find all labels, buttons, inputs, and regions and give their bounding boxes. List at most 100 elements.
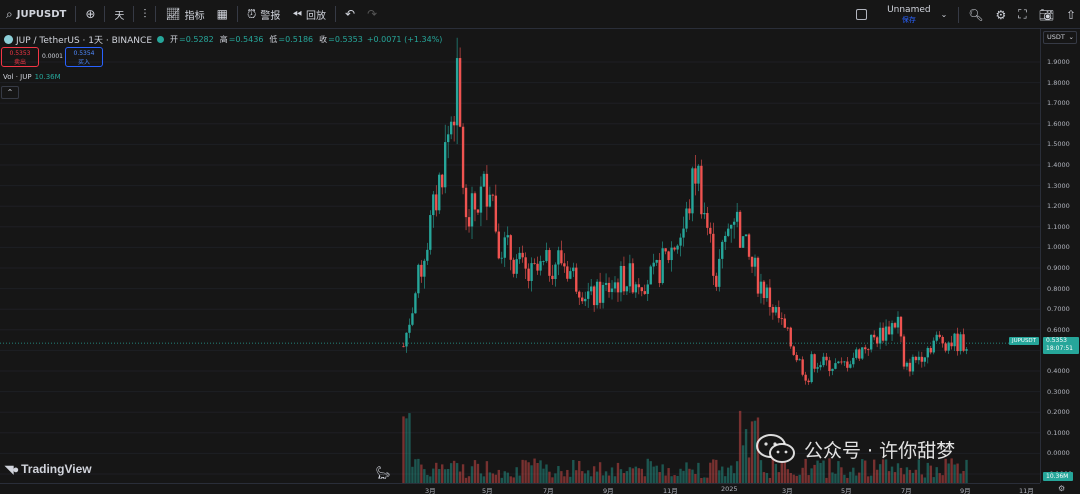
tradingview-logo[interactable]: ◥● TradingView <box>5 462 92 476</box>
candle-body <box>586 291 590 299</box>
candle-body <box>658 259 661 284</box>
volume-bar <box>956 463 959 483</box>
candle-body <box>595 281 599 306</box>
volume-bar <box>518 475 521 483</box>
gear-icon: ⚙ <box>995 7 1007 22</box>
chart-type-button[interactable]: ⫶ <box>137 0 152 29</box>
candle-body <box>572 267 575 272</box>
volume-bar <box>598 462 602 483</box>
volume-bar <box>691 469 694 483</box>
candle-body <box>965 349 968 351</box>
undo-button[interactable]: ↶ <box>339 0 361 29</box>
volume-bar <box>461 464 465 483</box>
candle-body <box>890 323 894 335</box>
buy-label: 买入 <box>77 59 90 66</box>
volume-bar <box>458 471 462 483</box>
price-tick-label: 0.6000 <box>1047 325 1070 334</box>
price-tick-label: 0.1000 <box>1047 428 1070 437</box>
snapshot-button[interactable]: 📷︎ <box>1033 0 1060 29</box>
time-axis[interactable] <box>0 483 1040 494</box>
volume-bar <box>628 467 632 483</box>
volume-bar <box>953 464 956 483</box>
volume-legend[interactable]: Vol · JUP 10.36M <box>3 73 61 81</box>
chart-pane[interactable] <box>0 29 1040 483</box>
volume-bar <box>572 459 575 483</box>
candle-body <box>607 282 611 293</box>
volume-bar <box>589 476 593 483</box>
candle-body <box>712 233 715 276</box>
layout-checkbox[interactable] <box>856 9 868 20</box>
candle-body <box>780 318 784 319</box>
volume-bar <box>849 471 852 483</box>
volume-bar <box>661 464 664 483</box>
candle-body <box>661 248 664 284</box>
candle-body <box>852 357 855 365</box>
legend-title[interactable]: JUP / TetherUS · 1天 · BINANCE <box>16 33 152 46</box>
axis-settings-icon[interactable]: ⚙ <box>1058 484 1065 493</box>
alerts-label: 警报 <box>260 10 281 22</box>
volume-bar <box>783 462 786 483</box>
candle-body <box>804 374 807 381</box>
layout-name-button[interactable]: Unnamed 保存 <box>877 5 941 25</box>
volume-bar <box>738 410 742 483</box>
close-label: 收 <box>319 35 328 44</box>
volume-bar <box>673 475 676 483</box>
wechat-watermark: 公众号 · 许你甜梦 <box>756 433 955 465</box>
publish-button[interactable]: ⇧ <box>1060 0 1080 29</box>
collapse-legend-button[interactable]: ⌃ <box>1 86 19 99</box>
volume-bar <box>878 464 882 483</box>
candle-body <box>521 252 524 258</box>
jup-logo-icon <box>4 35 13 44</box>
dino-icon[interactable]: 🦕︎ <box>375 466 392 481</box>
price-tick-label: 1.5000 <box>1047 140 1070 149</box>
candle-body <box>914 356 918 361</box>
redo-button[interactable]: ↷ <box>361 0 383 29</box>
time-tick-label: 3月 <box>425 487 436 494</box>
volume-bar <box>444 469 447 483</box>
candle-body <box>584 298 587 302</box>
plus-circle-icon: ⊕ <box>85 7 96 21</box>
quick-search-button[interactable]: 🔍︎ <box>962 0 989 29</box>
volume-bar <box>911 472 915 483</box>
buy-button[interactable]: 0.5354 买入 <box>65 47 103 67</box>
interval-button[interactable]: 天 <box>108 0 130 29</box>
settings-button[interactable]: ⚙ <box>990 0 1013 29</box>
candle-body <box>569 271 572 279</box>
alerts-button[interactable]: ⏰︎ 警报 <box>241 0 286 29</box>
candle-body <box>476 209 480 213</box>
templates-button[interactable]: ▦ <box>211 0 234 29</box>
compare-button[interactable]: ⊕ <box>79 0 101 29</box>
candle-body <box>840 361 843 363</box>
volume-bar <box>959 473 962 483</box>
currency-button[interactable]: USDT ⌄ <box>1043 31 1077 44</box>
volume-bar <box>426 474 429 483</box>
fullscreen-button[interactable]: ⛶ <box>1012 0 1032 29</box>
divider <box>237 6 239 22</box>
candle-body <box>932 340 935 353</box>
chevron-down-icon[interactable]: ⌄ <box>941 10 948 19</box>
candle-body <box>539 261 542 271</box>
volume-bar <box>601 475 605 483</box>
candlestick-chart[interactable] <box>0 29 1040 483</box>
volume-bar <box>619 469 623 483</box>
volume-bar <box>429 476 432 483</box>
rewind-icon: ⏪︎ <box>292 6 302 21</box>
candle-body <box>405 332 408 347</box>
price-tick-label: 1.3000 <box>1047 181 1070 190</box>
tv-mark-icon: ◥● <box>5 463 19 476</box>
candle-body <box>858 349 861 359</box>
sell-button[interactable]: 0.5353 卖出 <box>1 47 39 67</box>
volume-bar <box>542 468 545 483</box>
candle-body <box>670 247 673 261</box>
symbol-search[interactable]: ⌕ JUPUSDT <box>0 0 72 29</box>
candle-body <box>479 186 483 213</box>
candle-body <box>887 326 891 335</box>
candle-body <box>902 336 906 367</box>
replay-button[interactable]: ⏪︎ 回放 <box>286 0 332 29</box>
candle-body <box>872 334 876 338</box>
volume-bar <box>792 474 795 483</box>
current-price-badge: 0.5353 18:07:51 <box>1043 337 1079 354</box>
volume-bar <box>676 475 679 483</box>
volume-bar <box>902 474 906 483</box>
indicators-button[interactable]: 📈︎ 指标 <box>159 0 210 29</box>
